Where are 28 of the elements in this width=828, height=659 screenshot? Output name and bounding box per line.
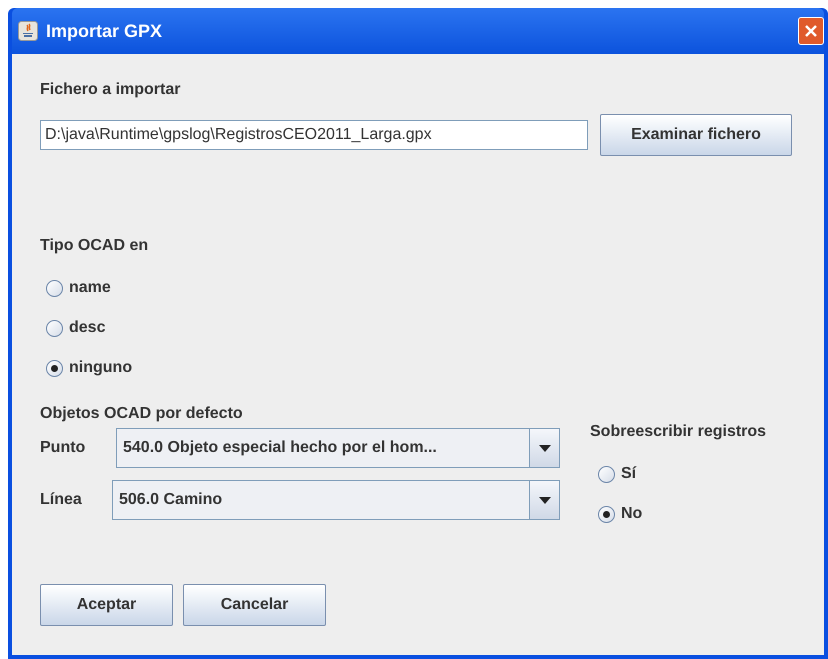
- section-label: Sobreescribir registros: [590, 422, 766, 442]
- file-path-field[interactable]: D:\java\Runtime\gpslog\RegistrosCEO2011_Larga.gpx: [40, 120, 588, 150]
- field-label: Línea: [40, 490, 83, 510]
- radio-button[interactable]: [46, 360, 63, 376]
- close-icon: [803, 23, 819, 39]
- section-label: Objetos OCAD por defecto: [40, 404, 244, 424]
- radio-label: Sí: [621, 464, 636, 484]
- field-label: Punto: [40, 438, 86, 458]
- radio-button[interactable]: [598, 506, 615, 522]
- radio-label: desc: [69, 318, 106, 338]
- caret-icon: [538, 444, 550, 452]
- caret-icon: [538, 496, 550, 504]
- window-title: Importar GPX: [46, 20, 162, 43]
- close-button[interactable]: [798, 17, 824, 45]
- browse-button[interactable]: Examinar fichero: [600, 114, 792, 156]
- section-label: Tipo OCAD en: [40, 236, 150, 256]
- radio-button[interactable]: [598, 466, 615, 482]
- radio-button[interactable]: [46, 280, 63, 296]
- dialog-button[interactable]: Cancelar: [183, 584, 326, 626]
- section-label: Fichero a importar: [40, 80, 182, 100]
- dropdown[interactable]: 540.0 Objeto especial hecho por el hom...: [116, 428, 560, 468]
- dialog-button[interactable]: Aceptar: [40, 584, 173, 626]
- coffee-cup-icon: [18, 21, 38, 41]
- radio-label: No: [621, 504, 642, 524]
- radio-label: name: [69, 278, 111, 298]
- radio-label: ninguno: [69, 358, 132, 378]
- radio-button[interactable]: [46, 320, 63, 336]
- dropdown[interactable]: 506.0 Camino: [112, 480, 560, 520]
